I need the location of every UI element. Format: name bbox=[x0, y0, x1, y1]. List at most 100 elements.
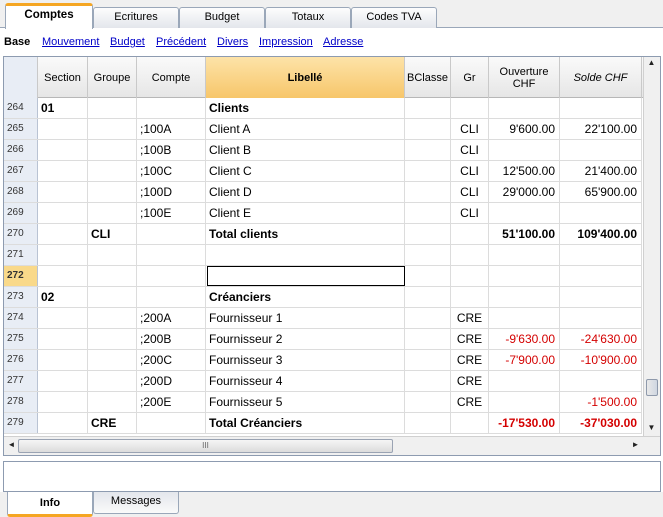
cell-section[interactable] bbox=[38, 329, 88, 349]
cell-groupe[interactable] bbox=[88, 119, 137, 139]
cell-libelle[interactable]: Créanciers bbox=[206, 287, 405, 307]
view-adresse[interactable]: Adresse bbox=[323, 36, 363, 48]
row-number[interactable]: 277 bbox=[4, 371, 38, 391]
cell-gr[interactable]: CLI bbox=[451, 119, 489, 139]
view-budget[interactable]: Budget bbox=[110, 36, 145, 48]
tab-ecritures[interactable]: Ecritures bbox=[93, 7, 179, 28]
cell-groupe[interactable]: CRE bbox=[88, 413, 137, 433]
cell-bclasse[interactable] bbox=[405, 266, 451, 286]
cell-libelle[interactable]: Total clients bbox=[206, 224, 405, 244]
table-row[interactable]: 278 ;200E Fournisseur 5 CRE -1'500.00 bbox=[4, 392, 642, 413]
cell-gr[interactable] bbox=[451, 266, 489, 286]
table-row[interactable]: 268 ;100D Client D CLI 29'000.00 65'900.00 bbox=[4, 182, 642, 203]
cell-libelle[interactable]: Client A bbox=[206, 119, 405, 139]
cell-section[interactable] bbox=[38, 140, 88, 160]
cell-section[interactable] bbox=[38, 182, 88, 202]
cell-compte[interactable] bbox=[137, 245, 206, 265]
cell-ouverture[interactable] bbox=[489, 266, 560, 286]
row-number[interactable]: 269 bbox=[4, 203, 38, 223]
cell-solde[interactable] bbox=[560, 371, 642, 391]
cell-gr[interactable] bbox=[451, 413, 489, 433]
table-row[interactable]: 279 CRE Total Créanciers -17'530.00 -37'030.… bbox=[4, 413, 642, 434]
col-header-bclasse[interactable]: BClasse bbox=[405, 57, 451, 98]
cell-section[interactable] bbox=[38, 224, 88, 244]
cell-solde[interactable]: 21'400.00 bbox=[560, 161, 642, 181]
table-row[interactable]: 276 ;200C Fournisseur 3 CRE -7'900.00 -10'900… bbox=[4, 350, 642, 371]
cell-groupe[interactable] bbox=[88, 308, 137, 328]
cell-bclasse[interactable] bbox=[405, 182, 451, 202]
cell-groupe[interactable] bbox=[88, 182, 137, 202]
cell-bclasse[interactable] bbox=[405, 245, 451, 265]
col-header-libelle[interactable]: Libellé bbox=[206, 57, 405, 98]
cell-ouverture[interactable]: 29'000.00 bbox=[489, 182, 560, 202]
col-header-section[interactable]: Section bbox=[38, 57, 88, 98]
cell-groupe[interactable] bbox=[88, 392, 137, 412]
cell-ouverture[interactable] bbox=[489, 140, 560, 160]
cell-gr[interactable]: CLI bbox=[451, 140, 489, 160]
scroll-up-icon[interactable]: ▲ bbox=[644, 58, 659, 67]
cell-compte[interactable]: ;100A bbox=[137, 119, 206, 139]
cell-gr[interactable]: CRE bbox=[451, 329, 489, 349]
scroll-down-icon[interactable]: ▼ bbox=[644, 423, 659, 432]
row-number[interactable]: 278 bbox=[4, 392, 38, 412]
cell-gr[interactable]: CRE bbox=[451, 308, 489, 328]
cell-section[interactable] bbox=[38, 266, 88, 286]
cell-section[interactable] bbox=[38, 161, 88, 181]
row-number[interactable]: 271 bbox=[4, 245, 38, 265]
cell-ouverture[interactable] bbox=[489, 392, 560, 412]
horizontal-scrollbar[interactable]: ◄ III ► bbox=[4, 436, 660, 455]
cell-solde[interactable]: 22'100.00 bbox=[560, 119, 642, 139]
cell-groupe[interactable] bbox=[88, 350, 137, 370]
cell-libelle[interactable]: Client D bbox=[206, 182, 405, 202]
cell-libelle[interactable]: Total Créanciers bbox=[206, 413, 405, 433]
view-mouvement[interactable]: Mouvement bbox=[42, 36, 99, 48]
row-number[interactable]: 268 bbox=[4, 182, 38, 202]
cell-compte[interactable]: ;200E bbox=[137, 392, 206, 412]
table-row[interactable]: 271 bbox=[4, 245, 642, 266]
cell-libelle[interactable] bbox=[206, 245, 405, 265]
cell-ouverture[interactable]: 9'600.00 bbox=[489, 119, 560, 139]
row-number[interactable]: 272 bbox=[4, 266, 38, 286]
table-row[interactable]: 273 02 Créanciers bbox=[4, 287, 642, 308]
cell-compte[interactable]: ;100D bbox=[137, 182, 206, 202]
tab-totaux[interactable]: Totaux bbox=[265, 7, 351, 28]
cell-gr[interactable]: CLI bbox=[451, 182, 489, 202]
cell-compte[interactable]: ;100B bbox=[137, 140, 206, 160]
cell-groupe[interactable] bbox=[88, 266, 137, 286]
cell-gr[interactable]: CLI bbox=[451, 161, 489, 181]
col-header-ouverture[interactable]: Ouverture CHF bbox=[489, 57, 560, 98]
table-row[interactable]: 275 ;200B Fournisseur 2 CRE -9'630.00 -24'630… bbox=[4, 329, 642, 350]
cell-ouverture[interactable] bbox=[489, 308, 560, 328]
cell-bclasse[interactable] bbox=[405, 140, 451, 160]
cell-libelle[interactable]: Fournisseur 2 bbox=[206, 329, 405, 349]
cell-compte[interactable] bbox=[137, 287, 206, 307]
cell-solde[interactable]: 109'400.00 bbox=[560, 224, 642, 244]
cell-ouverture[interactable]: -9'630.00 bbox=[489, 329, 560, 349]
view-impression[interactable]: Impression bbox=[259, 36, 313, 48]
cell-libelle[interactable]: Client C bbox=[206, 161, 405, 181]
cell-groupe[interactable] bbox=[88, 245, 137, 265]
tab-comptes[interactable]: Comptes bbox=[5, 3, 93, 29]
row-number[interactable]: 266 bbox=[4, 140, 38, 160]
cell-gr[interactable] bbox=[451, 224, 489, 244]
cell-gr[interactable] bbox=[451, 98, 489, 118]
cell-solde[interactable] bbox=[560, 308, 642, 328]
cell-ouverture[interactable]: -17'530.00 bbox=[489, 413, 560, 433]
col-header-compte[interactable]: Compte bbox=[137, 57, 206, 98]
table-row[interactable]: 266 ;100B Client B CLI bbox=[4, 140, 642, 161]
table-row[interactable]: 274 ;200A Fournisseur 1 CRE bbox=[4, 308, 642, 329]
cell-groupe[interactable]: CLI bbox=[88, 224, 137, 244]
cell-compte[interactable] bbox=[137, 224, 206, 244]
horizontal-scroll-thumb[interactable]: III bbox=[18, 439, 393, 453]
cell-bclasse[interactable] bbox=[405, 392, 451, 412]
cell-solde[interactable]: -24'630.00 bbox=[560, 329, 642, 349]
col-header-solde[interactable]: Solde CHF bbox=[560, 57, 642, 98]
cell-bclasse[interactable] bbox=[405, 224, 451, 244]
cell-solde[interactable]: -37'030.00 bbox=[560, 413, 642, 433]
table-row[interactable]: 269 ;100E Client E CLI bbox=[4, 203, 642, 224]
cell-solde[interactable]: -1'500.00 bbox=[560, 392, 642, 412]
cell-gr[interactable] bbox=[451, 245, 489, 265]
cell-bclasse[interactable] bbox=[405, 98, 451, 118]
table-row[interactable]: 277 ;200D Fournisseur 4 CRE bbox=[4, 371, 642, 392]
cell-ouverture[interactable] bbox=[489, 98, 560, 118]
